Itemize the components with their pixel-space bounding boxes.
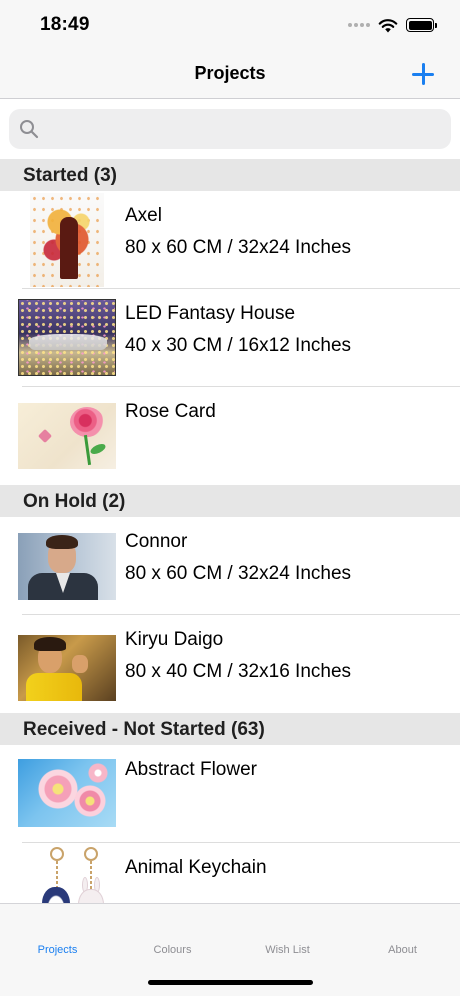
project-list: Started (3) Axel 80 x 60 CM / 32x24 Inch… (0, 159, 460, 941)
project-row-abstract-flower[interactable]: Abstract Flower (0, 745, 460, 843)
project-row-kiryu-daigo[interactable]: Kiryu Daigo 80 x 40 CM / 32x16 Inches (0, 615, 460, 713)
project-row-axel[interactable]: Axel 80 x 60 CM / 32x24 Inches (0, 191, 460, 289)
tab-about[interactable]: About (345, 944, 460, 956)
project-row-led-fantasy-house[interactable]: LED Fantasy House 40 x 30 CM / 16x12 Inc… (0, 289, 460, 387)
search-area (0, 99, 460, 159)
wifi-icon (378, 18, 398, 32)
cellular-signal-icon (348, 23, 370, 27)
project-size: 80 x 60 CM / 32x24 Inches (125, 563, 352, 584)
search-input[interactable] (9, 109, 451, 149)
project-thumbnail (18, 635, 116, 701)
project-name: LED Fantasy House (125, 303, 296, 324)
battery-icon (406, 18, 437, 32)
project-thumbnail (18, 403, 116, 469)
tab-projects[interactable]: Projects (0, 944, 115, 956)
tab-colours[interactable]: Colours (115, 944, 230, 956)
project-row-connor[interactable]: Connor 80 x 60 CM / 32x24 Inches (0, 517, 460, 615)
add-project-button[interactable] (408, 59, 438, 89)
status-bar: 18:49 (0, 0, 460, 50)
section-header-started: Started (3) (0, 159, 460, 191)
project-name: Axel (125, 205, 162, 226)
project-row-rose-card[interactable]: Rose Card (0, 387, 460, 485)
project-size: 80 x 60 CM / 32x24 Inches (125, 237, 352, 258)
project-name: Rose Card (125, 401, 216, 422)
tab-wish-list[interactable]: Wish List (230, 944, 345, 956)
section-header-received-not-started: Received - Not Started (63) (0, 713, 460, 745)
project-thumbnail (30, 193, 104, 287)
project-thumbnail (18, 759, 116, 827)
project-size: 40 x 30 CM / 16x12 Inches (125, 335, 352, 356)
project-size: 80 x 40 CM / 32x16 Inches (125, 661, 352, 682)
project-name: Connor (125, 531, 188, 552)
status-icons (348, 16, 437, 34)
project-thumbnail (18, 299, 116, 376)
home-indicator[interactable] (148, 980, 313, 985)
section-header-on-hold: On Hold (2) (0, 485, 460, 517)
page-title: Projects (194, 63, 266, 83)
status-time: 18:49 (40, 14, 90, 35)
project-thumbnail (18, 533, 116, 600)
navigation-bar: Projects (0, 50, 460, 99)
project-name: Animal Keychain (125, 857, 267, 878)
project-name: Kiryu Daigo (125, 629, 224, 650)
project-name: Abstract Flower (125, 759, 257, 780)
